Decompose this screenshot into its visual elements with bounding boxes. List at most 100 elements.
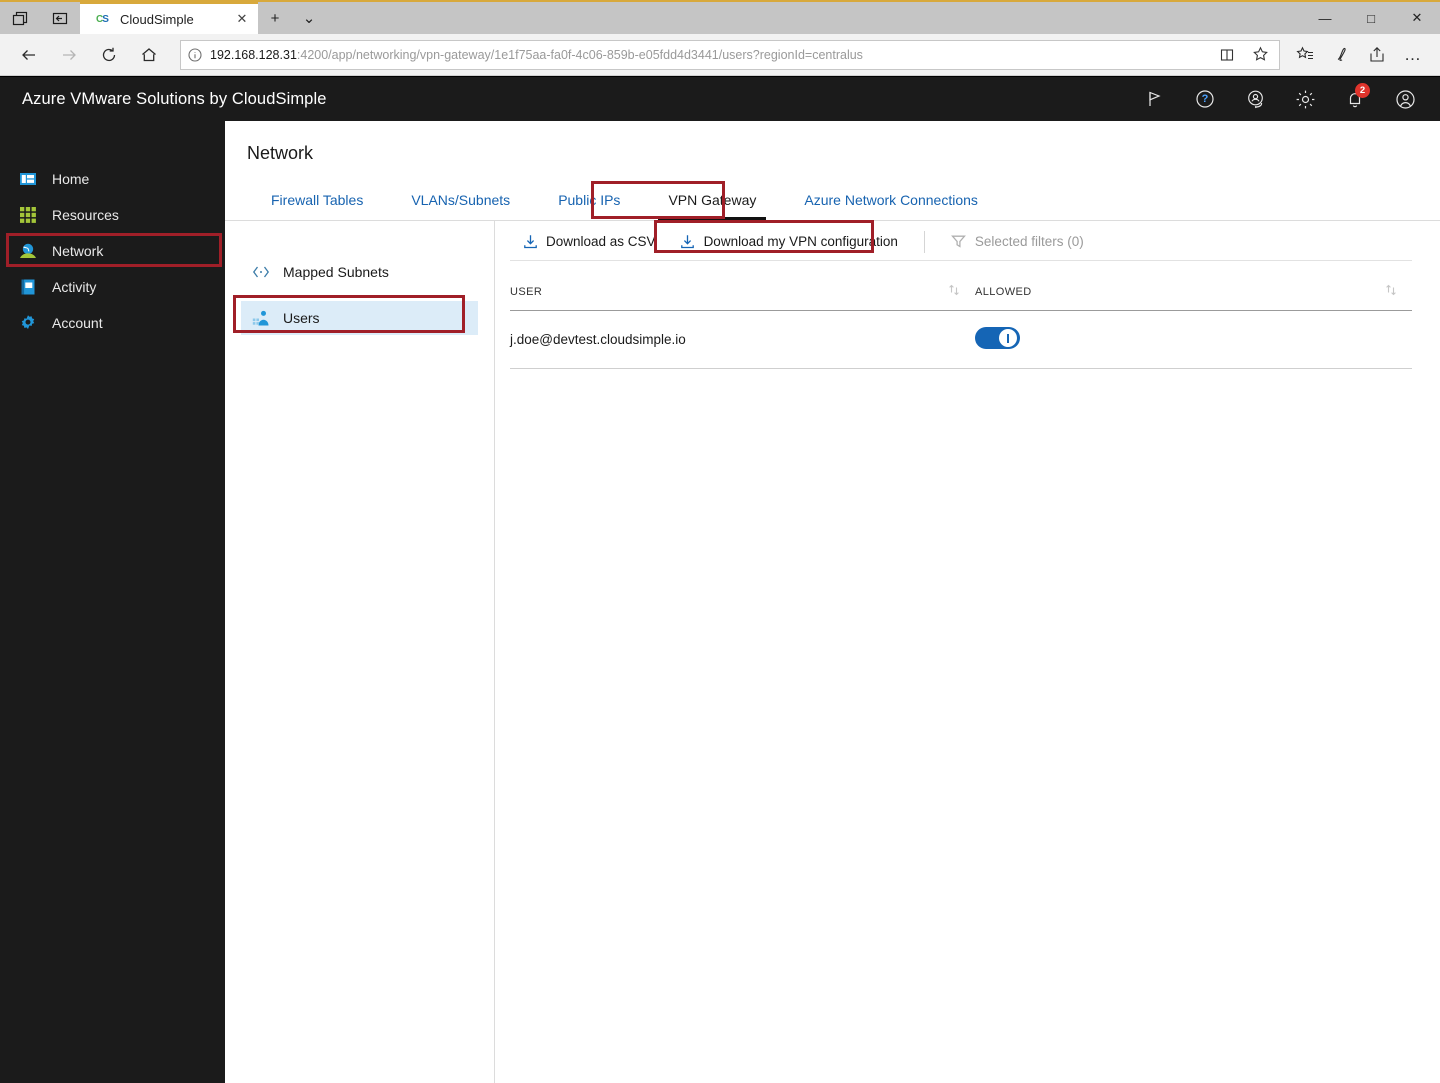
- more-settings-icon[interactable]: …: [1396, 38, 1430, 72]
- download-as-csv-label: Download as CSV: [546, 234, 656, 249]
- sidebar-item-label: Activity: [52, 279, 96, 295]
- page-title: Network: [225, 121, 1440, 179]
- left-sidebar: Home Resources: [0, 121, 225, 1083]
- address-bar[interactable]: 192.168.128.31:4200/app/networking/vpn-g…: [180, 40, 1280, 70]
- help-icon[interactable]: ?: [1180, 77, 1230, 121]
- browser-tab-title: CloudSimple: [120, 12, 224, 27]
- filter-funnel-icon: [951, 234, 967, 250]
- download-icon: [680, 234, 696, 250]
- share-icon[interactable]: [1360, 38, 1394, 72]
- users-table-head: USER: [510, 277, 1412, 311]
- new-tab-button[interactable]: +: [258, 2, 292, 34]
- sidebar-item-label: Home: [52, 171, 89, 187]
- selected-filters-label: Selected filters (0): [975, 234, 1084, 249]
- tab-firewall-tables[interactable]: Firewall Tables: [247, 179, 387, 220]
- site-info-icon[interactable]: [187, 47, 203, 63]
- url-path: :4200/app/networking/vpn-gateway/1e1f75a…: [297, 48, 863, 62]
- selected-filters-button[interactable]: Selected filters (0): [939, 228, 1096, 256]
- code-brackets-icon: [251, 262, 271, 282]
- home-icon[interactable]: [130, 38, 168, 72]
- nav-tabs: Firewall Tables VLANs/Subnets Public IPs…: [225, 179, 1440, 221]
- favorites-list-icon[interactable]: [1288, 38, 1322, 72]
- account-avatar-icon[interactable]: [1380, 77, 1430, 121]
- tab-vpn-gateway[interactable]: VPN Gateway: [644, 179, 780, 220]
- sidebar-item-label: Account: [52, 315, 103, 331]
- subnav-item-mapped-subnets[interactable]: Mapped Subnets: [241, 255, 478, 289]
- close-window-button[interactable]: ✕: [1394, 2, 1440, 34]
- cell-allowed-toggle: [975, 311, 1412, 369]
- table-row[interactable]: j.doe@devtest.cloudsimple.io: [510, 311, 1412, 369]
- set-aside-icon[interactable]: [40, 2, 80, 34]
- app-header-icons: ? 2: [1130, 77, 1440, 121]
- grid-icon: [18, 205, 38, 225]
- main-content: Network Firewall Tables VLANs/Subnets Pu…: [225, 121, 1440, 1083]
- favorite-star-icon[interactable]: [1247, 42, 1273, 68]
- app-brand-title: Azure VMware Solutions by CloudSimple: [22, 90, 327, 109]
- browser-tab[interactable]: CS CloudSimple ✕: [80, 2, 258, 34]
- cloudsimple-favicon-icon: CS: [94, 11, 110, 27]
- sidebar-item-label: Resources: [52, 207, 119, 223]
- address-bar-text: 192.168.128.31:4200/app/networking/vpn-g…: [210, 48, 1207, 62]
- notifications-bell-icon[interactable]: 2: [1330, 77, 1380, 121]
- app-header: Azure VMware Solutions by CloudSimple ?: [0, 77, 1440, 121]
- download-vpn-configuration-label: Download my VPN configuration: [704, 234, 898, 249]
- users-table-body: j.doe@devtest.cloudsimple.io: [510, 311, 1412, 369]
- minimize-button[interactable]: —: [1302, 2, 1348, 34]
- tab-azure-network-connections[interactable]: Azure Network Connections: [780, 179, 1002, 220]
- sidebar-item-activity[interactable]: Activity: [0, 269, 225, 305]
- forward-icon[interactable]: [50, 38, 88, 72]
- tab-public-ips[interactable]: Public IPs: [534, 179, 644, 220]
- users-pane: Download as CSV Download my VPN configur…: [495, 221, 1440, 1083]
- column-header-user[interactable]: USER: [510, 277, 975, 311]
- sidebar-item-account[interactable]: Account: [0, 305, 225, 341]
- support-headset-icon[interactable]: [1230, 77, 1280, 121]
- sidebar-item-network[interactable]: Network: [0, 233, 225, 269]
- users-icon: [251, 308, 271, 328]
- reading-view-book-icon[interactable]: [1214, 42, 1240, 68]
- dashboard-icon: [18, 169, 38, 189]
- allowed-toggle-switch[interactable]: [975, 327, 1020, 349]
- back-icon[interactable]: [10, 38, 48, 72]
- secondary-nav: Mapped Subnets: [225, 221, 495, 1083]
- download-as-csv-button[interactable]: Download as CSV: [510, 228, 668, 256]
- tab-vlans-subnets[interactable]: VLANs/Subnets: [387, 179, 534, 220]
- browser-titlebar: CS CloudSimple ✕ + ⌄ — □ ✕: [0, 0, 1440, 34]
- subnav-item-label: Mapped Subnets: [283, 264, 389, 280]
- sort-user-icon[interactable]: [947, 283, 975, 300]
- browser-navbar: 192.168.128.31:4200/app/networking/vpn-g…: [0, 34, 1440, 76]
- window-controls: — □ ✕: [1302, 2, 1440, 34]
- cell-user-email: j.doe@devtest.cloudsimple.io: [510, 311, 975, 369]
- globe-icon: [18, 241, 38, 261]
- column-header-allowed-label: ALLOWED: [975, 286, 1032, 298]
- gear-icon: [18, 313, 38, 333]
- web-note-pen-icon[interactable]: [1324, 38, 1358, 72]
- toolbar-divider: [924, 231, 925, 253]
- app-body: Home Resources: [0, 121, 1440, 1083]
- column-header-allowed[interactable]: ALLOWED: [975, 277, 1412, 311]
- web-app: Azure VMware Solutions by CloudSimple ?: [0, 76, 1440, 1083]
- sidebar-item-home[interactable]: Home: [0, 161, 225, 197]
- users-table: USER: [510, 277, 1412, 369]
- sidebar-item-resources[interactable]: Resources: [0, 197, 225, 233]
- settings-gear-icon[interactable]: [1280, 77, 1330, 121]
- refresh-icon[interactable]: [90, 38, 128, 72]
- table-header-row: USER: [510, 277, 1412, 311]
- download-vpn-configuration-button[interactable]: Download my VPN configuration: [668, 228, 910, 256]
- maximize-button[interactable]: □: [1348, 2, 1394, 34]
- notebook-icon: [18, 277, 38, 297]
- tab-menu-chevron-down-icon[interactable]: ⌄: [292, 2, 326, 34]
- tab-content: Mapped Subnets: [225, 221, 1440, 1083]
- download-icon: [522, 234, 538, 250]
- subnav-item-label: Users: [283, 310, 320, 326]
- notification-badge-count: 2: [1355, 83, 1370, 98]
- toggle-knob: [999, 329, 1017, 347]
- url-host: 192.168.128.31: [210, 48, 297, 62]
- column-header-user-label: USER: [510, 286, 542, 298]
- sort-allowed-icon[interactable]: [1384, 283, 1412, 300]
- close-tab-icon[interactable]: ✕: [234, 11, 250, 27]
- feedback-flag-icon[interactable]: [1130, 77, 1180, 121]
- sidebar-item-label: Network: [52, 243, 103, 259]
- subnav-item-users[interactable]: Users: [241, 301, 478, 335]
- pane-toolbar: Download as CSV Download my VPN configur…: [510, 221, 1412, 261]
- stack-icon[interactable]: [0, 2, 40, 34]
